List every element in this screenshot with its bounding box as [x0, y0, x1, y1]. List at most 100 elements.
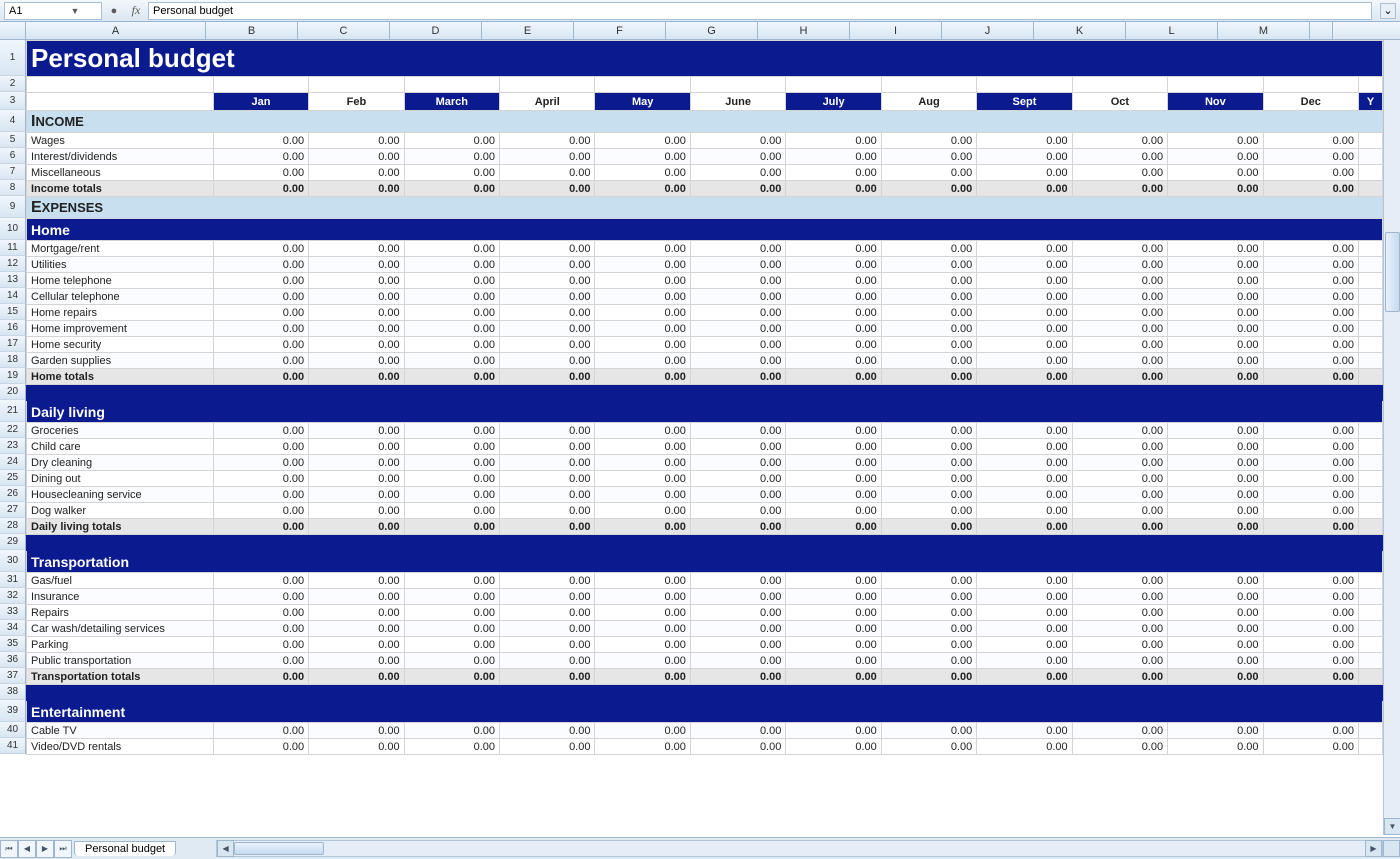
cell[interactable]: 0.00 [1263, 165, 1358, 181]
cell[interactable]: 0.00 [1263, 321, 1358, 337]
month-header[interactable]: May [595, 93, 690, 111]
cell[interactable]: 0.00 [309, 305, 404, 321]
cell[interactable]: 0.00 [881, 669, 976, 685]
cell[interactable]: 0.00 [786, 423, 881, 439]
cell[interactable]: 0.00 [309, 589, 404, 605]
cell[interactable]: 0.00 [977, 487, 1072, 503]
cell[interactable]: 0.00 [309, 723, 404, 739]
cell[interactable]: 0.00 [786, 487, 881, 503]
cell[interactable]: 0.00 [1263, 519, 1358, 535]
cell[interactable]: 0.00 [881, 337, 976, 353]
cell[interactable] [1072, 77, 1167, 93]
row-label[interactable]: Insurance [27, 589, 214, 605]
row-header[interactable]: 16 [0, 320, 26, 336]
cell[interactable]: 0.00 [404, 273, 499, 289]
page-title[interactable]: Personal budget [27, 41, 1383, 77]
cell[interactable]: 0.00 [881, 739, 976, 755]
cell[interactable]: 0.00 [977, 321, 1072, 337]
cell[interactable] [977, 77, 1072, 93]
cell[interactable]: 0.00 [881, 471, 976, 487]
cell[interactable]: 0.00 [595, 353, 690, 369]
row-label[interactable]: Cable TV [27, 723, 214, 739]
row-header[interactable]: 27 [0, 502, 26, 518]
cell[interactable]: 0.00 [690, 669, 785, 685]
section-header[interactable]: Home [27, 219, 1383, 241]
cell[interactable]: 0.00 [404, 181, 499, 197]
cell[interactable]: 0.00 [595, 273, 690, 289]
cell[interactable] [1358, 289, 1382, 305]
cell[interactable]: 0.00 [309, 455, 404, 471]
cell[interactable]: 0.00 [1072, 621, 1167, 637]
cell[interactable]: 0.00 [786, 369, 881, 385]
cell[interactable]: 0.00 [309, 519, 404, 535]
cell[interactable]: 0.00 [1168, 289, 1263, 305]
month-header[interactable]: June [690, 93, 785, 111]
cell[interactable]: 0.00 [500, 605, 595, 621]
cell[interactable]: 0.00 [977, 503, 1072, 519]
cell[interactable]: 0.00 [404, 241, 499, 257]
cell[interactable]: 0.00 [1263, 573, 1358, 589]
cell[interactable]: 0.00 [213, 573, 308, 589]
cell[interactable]: 0.00 [1168, 605, 1263, 621]
cell[interactable]: 0.00 [1263, 289, 1358, 305]
col-header-M[interactable]: M [1218, 22, 1310, 39]
cell[interactable]: 0.00 [786, 289, 881, 305]
cell[interactable]: 0.00 [977, 257, 1072, 273]
cell[interactable]: 0.00 [404, 423, 499, 439]
cell[interactable]: 0.00 [595, 621, 690, 637]
row-header[interactable]: 39 [0, 700, 26, 722]
cell[interactable]: 0.00 [977, 273, 1072, 289]
sheet-tab[interactable]: Personal budget [74, 841, 176, 856]
month-header[interactable]: Dec [1263, 93, 1358, 111]
cell[interactable]: 0.00 [1072, 289, 1167, 305]
cell[interactable]: 0.00 [213, 337, 308, 353]
row-label[interactable]: Home security [27, 337, 214, 353]
row-label[interactable]: Cellular telephone [27, 289, 214, 305]
tab-first-icon[interactable]: ⏮ [0, 840, 18, 858]
cell[interactable]: 0.00 [404, 519, 499, 535]
row-header[interactable]: 8 [0, 180, 26, 196]
cell[interactable]: 0.00 [1168, 503, 1263, 519]
cell[interactable]: 0.00 [1072, 589, 1167, 605]
cell[interactable]: 0.00 [1263, 337, 1358, 353]
cell[interactable]: 0.00 [309, 149, 404, 165]
cell[interactable]: 0.00 [309, 353, 404, 369]
row-label[interactable]: Dry cleaning [27, 455, 214, 471]
cell[interactable]: 0.00 [404, 653, 499, 669]
cell[interactable]: 0.00 [1263, 589, 1358, 605]
cell[interactable] [1358, 653, 1382, 669]
cell[interactable]: 0.00 [1263, 739, 1358, 755]
cell[interactable]: 0.00 [977, 133, 1072, 149]
hscroll-thumb[interactable] [234, 842, 324, 855]
cell[interactable]: 0.00 [1263, 439, 1358, 455]
cell[interactable]: 0.00 [213, 589, 308, 605]
cell[interactable]: 0.00 [690, 573, 785, 589]
cell[interactable]: 0.00 [690, 637, 785, 653]
cell[interactable]: 0.00 [690, 519, 785, 535]
row-label[interactable]: Wages [27, 133, 214, 149]
cell[interactable]: 0.00 [1168, 241, 1263, 257]
cell[interactable]: 0.00 [404, 133, 499, 149]
cell[interactable]: 0.00 [595, 455, 690, 471]
cell[interactable]: 0.00 [1168, 519, 1263, 535]
row-header[interactable]: 31 [0, 572, 26, 588]
row-header[interactable]: 19 [0, 368, 26, 384]
cell[interactable]: 0.00 [500, 305, 595, 321]
cell[interactable]: 0.00 [1263, 605, 1358, 621]
cell[interactable]: 0.00 [977, 181, 1072, 197]
cell[interactable]: 0.00 [500, 487, 595, 503]
cell[interactable]: 0.00 [309, 337, 404, 353]
cell[interactable]: 0.00 [309, 273, 404, 289]
cell[interactable]: 0.00 [595, 289, 690, 305]
row-label[interactable]: Parking [27, 637, 214, 653]
row-label[interactable]: Dining out [27, 471, 214, 487]
row-label[interactable]: Miscellaneous [27, 165, 214, 181]
month-header[interactable]: March [404, 93, 499, 111]
cell[interactable]: 0.00 [1072, 439, 1167, 455]
row-header[interactable]: 25 [0, 470, 26, 486]
cell[interactable]: 0.00 [1072, 273, 1167, 289]
row-header[interactable]: 41 [0, 738, 26, 754]
cell[interactable]: 0.00 [500, 321, 595, 337]
cell[interactable]: 0.00 [977, 439, 1072, 455]
cell[interactable]: 0.00 [500, 369, 595, 385]
